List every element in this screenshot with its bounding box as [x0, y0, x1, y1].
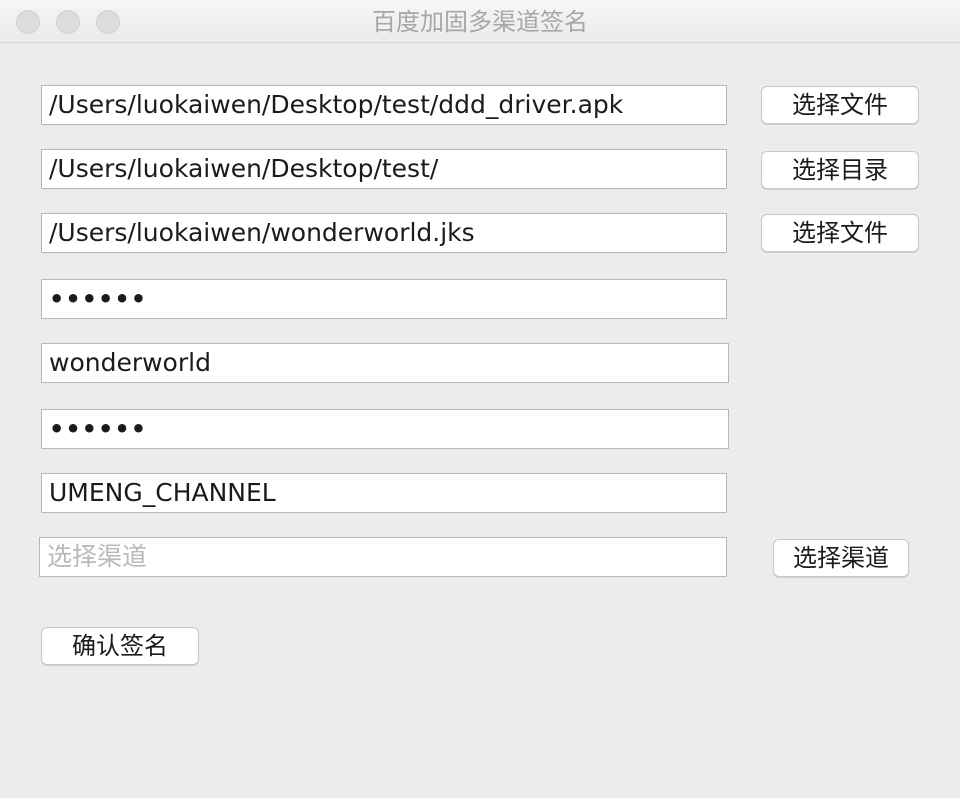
select-output-directory-button[interactable]: 选择目录 — [761, 151, 919, 189]
keystore-path-field[interactable]: /Users/luokaiwen/wonderworld.jks — [41, 213, 727, 253]
select-keystore-file-button[interactable]: 选择文件 — [761, 214, 919, 252]
channel-key-field[interactable]: UMENG_CHANNEL — [41, 473, 727, 513]
channel-input[interactable]: 选择渠道 — [39, 537, 727, 577]
alias-field[interactable]: wonderworld — [41, 343, 729, 383]
confirm-sign-button[interactable]: 确认签名 — [41, 627, 199, 665]
output-directory-field[interactable]: /Users/luokaiwen/Desktop/test/ — [41, 149, 727, 189]
title-bar: 百度加固多渠道签名 — [0, 0, 960, 43]
alias-password-field[interactable]: •••••• — [41, 409, 729, 449]
select-apk-file-button[interactable]: 选择文件 — [761, 86, 919, 124]
window-title: 百度加固多渠道签名 — [372, 8, 588, 36]
keystore-password-field[interactable]: •••••• — [41, 279, 727, 319]
select-channel-button[interactable]: 选择渠道 — [773, 539, 909, 577]
apk-path-field[interactable]: /Users/luokaiwen/Desktop/test/ddd_driver… — [41, 85, 727, 125]
app-window: 百度加固多渠道签名 /Users/luokaiwen/Desktop/test/… — [0, 0, 960, 798]
